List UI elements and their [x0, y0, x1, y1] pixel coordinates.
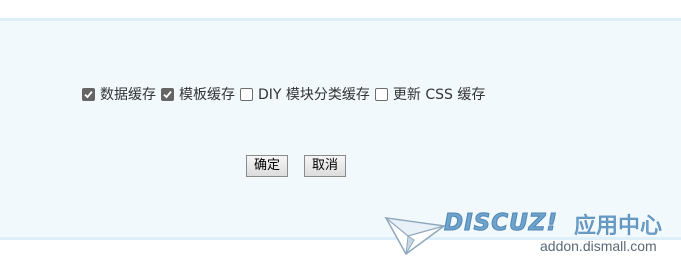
- app-center-text: 应用中心: [574, 214, 663, 240]
- cache-update-page: 数据缓存 模板缓存 DIY 模块分类缓存 更新 CSS 缓存 确定 取消 DIS…: [0, 0, 681, 272]
- action-buttons: 确定 取消: [246, 155, 347, 177]
- watermark-url: addon.dismall.com: [540, 238, 657, 254]
- template-cache-checkbox[interactable]: [161, 87, 174, 101]
- cancel-button[interactable]: 取消: [304, 155, 347, 177]
- cache-options-panel: 数据缓存 模板缓存 DIY 模块分类缓存 更新 CSS 缓存 确定 取消: [0, 18, 681, 240]
- option-css-cache[interactable]: 更新 CSS 缓存: [374, 84, 490, 104]
- option-template-cache[interactable]: 模板缓存: [161, 84, 240, 104]
- diy-module-cache-label: DIY 模块分类缓存: [258, 87, 370, 103]
- checkmark-icon: [84, 90, 93, 98]
- checkmark-icon: [163, 90, 172, 98]
- diy-module-cache-checkbox[interactable]: [240, 87, 253, 101]
- template-cache-label: 模板缓存: [179, 87, 235, 103]
- css-cache-checkbox[interactable]: [374, 87, 388, 101]
- css-cache-label: 更新 CSS 缓存: [392, 87, 486, 103]
- data-cache-checkbox[interactable]: [82, 87, 95, 101]
- option-diy-module-cache[interactable]: DIY 模块分类缓存: [240, 84, 375, 104]
- discuz-watermark: DISCUZ! 应用中心 addon.dismall.com: [384, 208, 674, 268]
- confirm-button[interactable]: 确定: [246, 155, 289, 177]
- option-data-cache[interactable]: 数据缓存: [82, 84, 161, 104]
- cache-options-row: 数据缓存 模板缓存 DIY 模块分类缓存 更新 CSS 缓存: [82, 83, 490, 105]
- paper-plane-icon: [384, 217, 446, 256]
- discuz-logo-text: DISCUZ!: [444, 210, 558, 237]
- data-cache-label: 数据缓存: [100, 87, 156, 103]
